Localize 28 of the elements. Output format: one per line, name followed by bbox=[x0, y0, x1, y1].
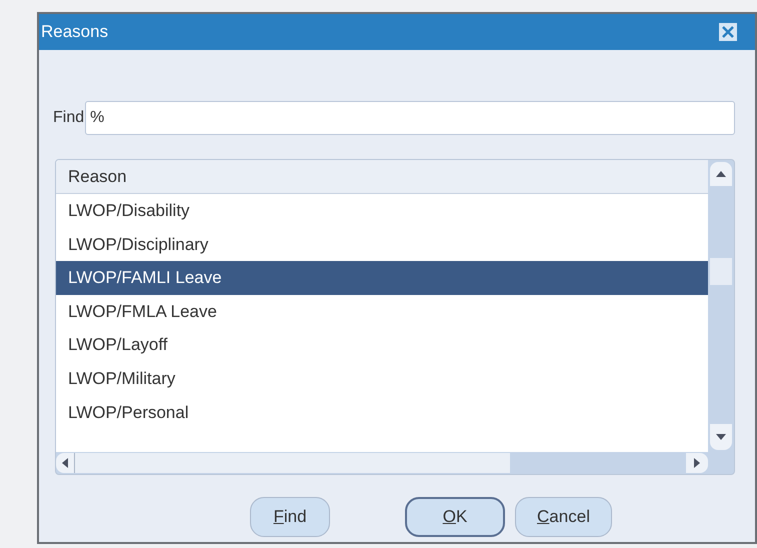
list-row[interactable]: LWOP/FMLA Leave bbox=[56, 294, 708, 328]
left-arrow-icon bbox=[62, 458, 68, 468]
scroll-right-button[interactable] bbox=[686, 453, 708, 473]
scroll-left-button[interactable] bbox=[56, 453, 74, 473]
right-arrow-icon bbox=[694, 458, 700, 468]
dialog-button[interactable]: Cancel bbox=[515, 497, 612, 537]
close-icon bbox=[721, 25, 735, 39]
dialog-button[interactable]: Find bbox=[250, 497, 330, 537]
list-row[interactable]: LWOP/Military bbox=[56, 362, 708, 396]
horizontal-scrollbar[interactable] bbox=[56, 452, 734, 474]
window-title: Reasons bbox=[41, 21, 108, 44]
down-arrow-icon bbox=[716, 434, 726, 440]
scroll-up-button[interactable] bbox=[710, 162, 732, 186]
list-row[interactable]: LWOP/Personal bbox=[56, 396, 708, 430]
list-row[interactable]: LWOP/Disability bbox=[56, 194, 708, 228]
scroll-thumb[interactable] bbox=[710, 258, 732, 285]
list-row[interactable]: LWOP/FAMLI Leave bbox=[56, 261, 708, 295]
horizontal-scroll-thumb[interactable] bbox=[74, 453, 510, 473]
up-arrow-icon bbox=[716, 171, 726, 177]
find-label: Find bbox=[53, 108, 84, 128]
dialog-button[interactable]: OK bbox=[405, 497, 505, 537]
close-button[interactable] bbox=[719, 23, 737, 41]
scroll-down-button[interactable] bbox=[710, 424, 732, 450]
list-row[interactable]: LWOP/Layoff bbox=[56, 328, 708, 362]
vertical-scrollbar[interactable] bbox=[708, 160, 734, 452]
list-row[interactable]: LWOP/Disciplinary bbox=[56, 228, 708, 262]
column-header[interactable]: Reason bbox=[56, 160, 708, 194]
find-field[interactable]: % bbox=[85, 101, 735, 135]
